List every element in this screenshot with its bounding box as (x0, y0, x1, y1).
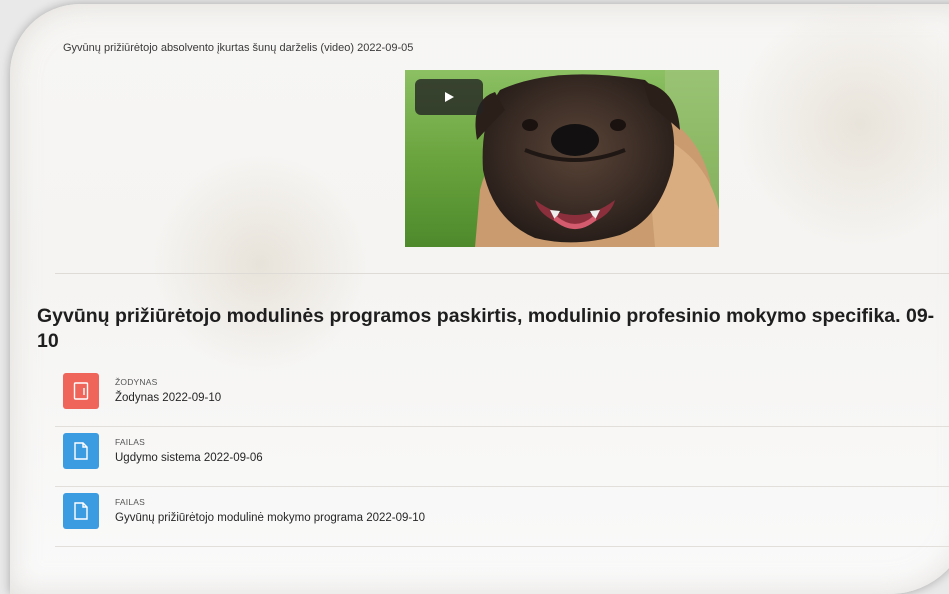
play-icon (445, 92, 454, 102)
activity-name[interactable]: Ugdymo sistema 2022-09-06 (115, 452, 263, 464)
activity-type: FAILAS (115, 437, 146, 447)
activity-type: FAILAS (115, 497, 146, 507)
section-divider (55, 273, 949, 274)
activity-glossary[interactable]: ŽODYNAS Žodynas 2022-09-10 (55, 367, 949, 427)
video-caption: Gyvūnų prižiūrėtojo absolvento įkurtas š… (63, 42, 414, 54)
video-player[interactable] (405, 70, 719, 247)
course-content: Gyvūnų prižiūrėtojo absolvento įkurtas š… (0, 0, 949, 562)
activity-name[interactable]: Gyvūnų prižiūrėtojo modulinė mokymo prog… (115, 512, 425, 524)
section-title: Gyvūnų prižiūrėtojo modulinės programos … (37, 305, 935, 352)
glossary-icon (63, 373, 99, 409)
activity-name[interactable]: Žodynas 2022-09-10 (115, 392, 221, 404)
file-icon (63, 433, 99, 469)
activity-file[interactable]: FAILAS Ugdymo sistema 2022-09-06 (55, 427, 949, 487)
activity-file[interactable]: FAILAS Gyvūnų prižiūrėtojo modulinė moky… (55, 487, 949, 547)
file-icon (63, 493, 99, 529)
activity-type: ŽODYNAS (115, 377, 158, 387)
play-button[interactable] (415, 79, 483, 115)
